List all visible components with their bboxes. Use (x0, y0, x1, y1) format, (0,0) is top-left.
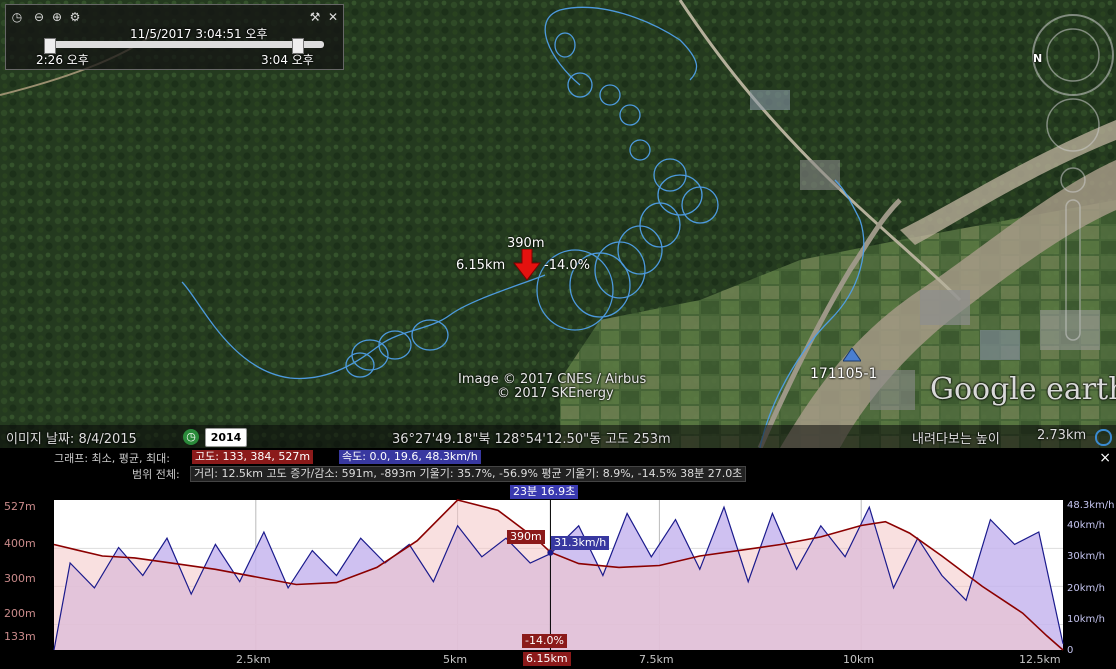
position-arrow-icon (513, 249, 541, 281)
altitude-marker-label: 390m (507, 530, 545, 544)
status-indicator-icon (1095, 429, 1112, 446)
placemark-label[interactable]: 171105-1 (810, 366, 877, 382)
current-time: 11/5/2017 3:04:51 오후 (130, 27, 268, 41)
zoom-in-icon[interactable]: ⊕ (50, 10, 64, 24)
end-time: 3:04 오후 (261, 53, 314, 67)
historical-imagery-icon[interactable]: ◷ (183, 429, 199, 445)
wrench-icon[interactable]: ⚒ (308, 10, 322, 24)
clock-icon[interactable]: ◷ (10, 10, 24, 24)
map-view[interactable]: ◷ ⊖ ⊕ ⚙ ⚒ ✕ 11/5/2017 3:04:51 오후 2:26 오후… (0, 0, 1116, 448)
eye-altitude-label: 내려다보는 높이 (912, 432, 1000, 447)
attribution-line-2: © 2017 SKEnergy (497, 386, 614, 401)
pointer-coordinates: 36°27'49.18"북 128°54'12.50"동 고도 253m (392, 432, 671, 447)
settings-icon[interactable]: ⚙ (68, 10, 82, 24)
imagery-date: 이미지 날짜: 8/4/2015 (6, 432, 137, 447)
marker-grade: -14.0% (544, 258, 590, 273)
zoom-out-icon[interactable]: ⊖ (32, 10, 46, 24)
attribution-line-1: Image © 2017 CNES / Airbus (458, 372, 647, 387)
speed-cursor-point (547, 549, 554, 556)
marker-distance: 6.15km (456, 258, 506, 273)
eye-altitude-value: 2.73km (1037, 428, 1087, 443)
speed-marker-label: 31.3km/h (551, 536, 610, 550)
time-slider-panel: ◷ ⊖ ⊕ ⚙ ⚒ ✕ 11/5/2017 3:04:51 오후 2:26 오후… (5, 4, 344, 70)
elevation-profile-panel: 그래프: 최소, 평균, 최대: 고도: 133, 384, 527m 속도: … (0, 448, 1116, 669)
placemark-icon[interactable] (843, 348, 861, 362)
compass-north-letter[interactable]: N (1033, 52, 1042, 65)
grade-marker-label: -14.0% (522, 634, 567, 648)
google-earth-logo: Google earth (930, 372, 1116, 407)
time-slider-track[interactable] (44, 41, 324, 48)
status-bar: 이미지 날짜: 8/4/2015 ◷ 2014 36°27'49.18"북 12… (0, 425, 1116, 448)
historical-year[interactable]: 2014 (205, 428, 247, 447)
close-icon[interactable]: ✕ (326, 10, 340, 24)
start-time: 2:26 오후 (36, 53, 89, 67)
